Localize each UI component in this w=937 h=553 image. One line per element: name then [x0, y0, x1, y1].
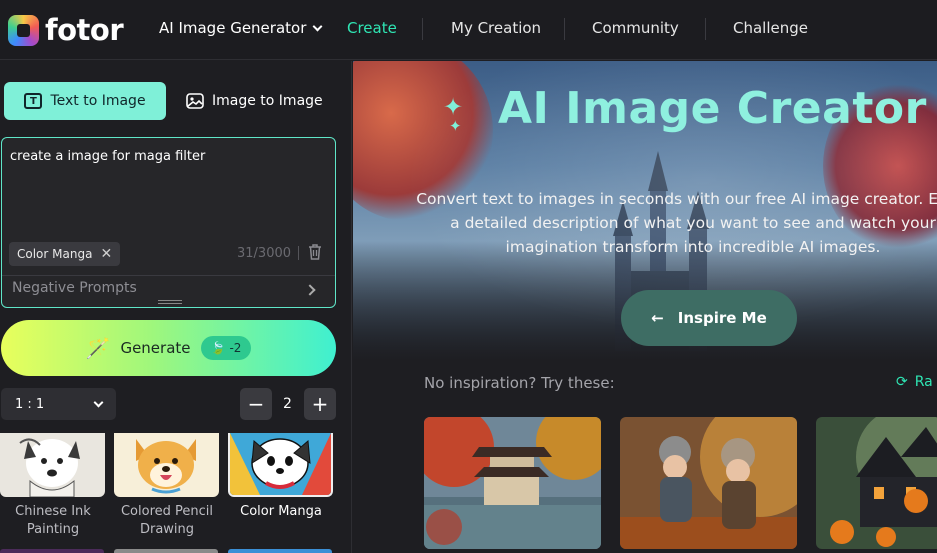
- inspire-me-label: Inspire Me: [677, 309, 767, 327]
- nav-my-creation[interactable]: My Creation: [451, 19, 541, 37]
- chevron-down-icon: [312, 21, 323, 31]
- prompt-input[interactable]: create a image for maga filter Color Man…: [1, 137, 336, 308]
- tab-label: Image to Image: [212, 93, 323, 109]
- magic-wand-icon: 🪄: [85, 336, 111, 360]
- nav-challenge[interactable]: Challenge: [733, 19, 808, 37]
- leaf-icon: 🍃: [210, 341, 226, 355]
- aspect-ratio-select[interactable]: 1 : 1: [1, 388, 116, 420]
- image-icon: [186, 93, 204, 109]
- style-card-peek[interactable]: [114, 549, 218, 553]
- generator-panel: T Text to Image Image to Image create a …: [0, 61, 352, 553]
- random-label: Ra: [914, 374, 933, 390]
- random-button[interactable]: ⟳ Ra: [896, 374, 933, 390]
- tab-image-to-image[interactable]: Image to Image: [186, 82, 336, 120]
- counter-divider: [298, 246, 299, 260]
- negative-prompts-toggle[interactable]: Negative Prompts: [12, 280, 137, 296]
- chinese-ink-dog-thumbnail: [0, 433, 105, 497]
- inspiration-thumbnail-children[interactable]: [620, 417, 797, 549]
- product-menu-label: AI Image Generator: [159, 19, 307, 37]
- style-label: Colored Pencil Drawing: [120, 504, 214, 537]
- style-card-colored-pencil[interactable]: [114, 433, 219, 497]
- color-manga-dog-thumbnail: [230, 433, 331, 495]
- style-card-peek[interactable]: [0, 549, 104, 553]
- minus-icon: −: [247, 392, 265, 416]
- resize-handle[interactable]: [158, 300, 182, 304]
- arrow-left-icon: ←: [651, 309, 664, 327]
- style-card-color-manga[interactable]: [228, 433, 333, 497]
- nav-community[interactable]: Community: [592, 19, 679, 37]
- colored-pencil-dog-thumbnail: [114, 433, 219, 497]
- trash-icon[interactable]: [308, 243, 322, 260]
- plus-icon: +: [311, 392, 329, 416]
- main-content: ✦ ✦ AI Image Creator Convert text to ima…: [353, 61, 937, 553]
- hero-title: AI Image Creator: [498, 83, 927, 134]
- text-icon: T: [24, 93, 43, 109]
- generate-label: Generate: [120, 339, 191, 357]
- autumn-children-image: [620, 417, 797, 549]
- tab-label: Text to Image: [50, 93, 146, 109]
- credit-cost: -2: [229, 341, 242, 355]
- style-label: Color Manga: [240, 504, 322, 519]
- style-card-chinese-ink[interactable]: [0, 433, 105, 497]
- inspiration-label: No inspiration? Try these:: [424, 374, 615, 392]
- prompt-text[interactable]: create a image for maga filter: [10, 149, 205, 164]
- quantity-decrement-button[interactable]: −: [240, 388, 272, 420]
- style-card-peek[interactable]: [228, 549, 332, 553]
- character-counter: 31/3000: [237, 246, 292, 261]
- generate-button[interactable]: 🪄 Generate 🍃 -2: [1, 320, 336, 376]
- style-chip[interactable]: Color Manga ✕: [9, 242, 121, 266]
- tab-text-to-image[interactable]: T Text to Image: [4, 82, 166, 120]
- quantity-value: 2: [283, 396, 292, 412]
- sparkle-icon: ✦: [449, 117, 462, 135]
- style-label: Chinese Ink Painting: [15, 504, 91, 537]
- chevron-down-icon: [93, 397, 104, 407]
- refresh-icon: ⟳: [896, 374, 908, 390]
- inspiration-thumbnail-halloween[interactable]: [816, 417, 937, 549]
- nav-divider: [564, 18, 565, 40]
- product-menu-dropdown[interactable]: AI Image Generator: [159, 19, 323, 37]
- fotor-logo[interactable]: fotor: [8, 13, 124, 47]
- chevron-right-icon[interactable]: [304, 284, 316, 296]
- inspiration-thumbnail-pagoda[interactable]: [424, 417, 601, 549]
- pagoda-lake-image: [424, 417, 601, 549]
- nav-create[interactable]: Create: [347, 19, 397, 37]
- halloween-house-image: [816, 417, 937, 549]
- quantity-increment-button[interactable]: +: [304, 388, 336, 420]
- close-icon[interactable]: ✕: [100, 246, 112, 262]
- top-bar: fotor AI Image Generator Create My Creat…: [0, 0, 937, 60]
- style-chip-label: Color Manga: [17, 247, 93, 261]
- hero-banner: ✦ ✦ AI Image Creator Convert text to ima…: [353, 61, 937, 361]
- nav-divider: [422, 18, 423, 40]
- inspire-me-button[interactable]: ← Inspire Me: [621, 290, 797, 346]
- divider: [2, 275, 335, 276]
- credit-cost-badge: 🍃 -2: [200, 336, 252, 360]
- hero-description: Convert text to images in seconds with o…: [416, 190, 937, 256]
- aspect-ratio-value: 1 : 1: [15, 396, 45, 412]
- nav-divider: [705, 18, 706, 40]
- logo-text: fotor: [45, 13, 124, 47]
- logo-mark-icon: [8, 14, 39, 46]
